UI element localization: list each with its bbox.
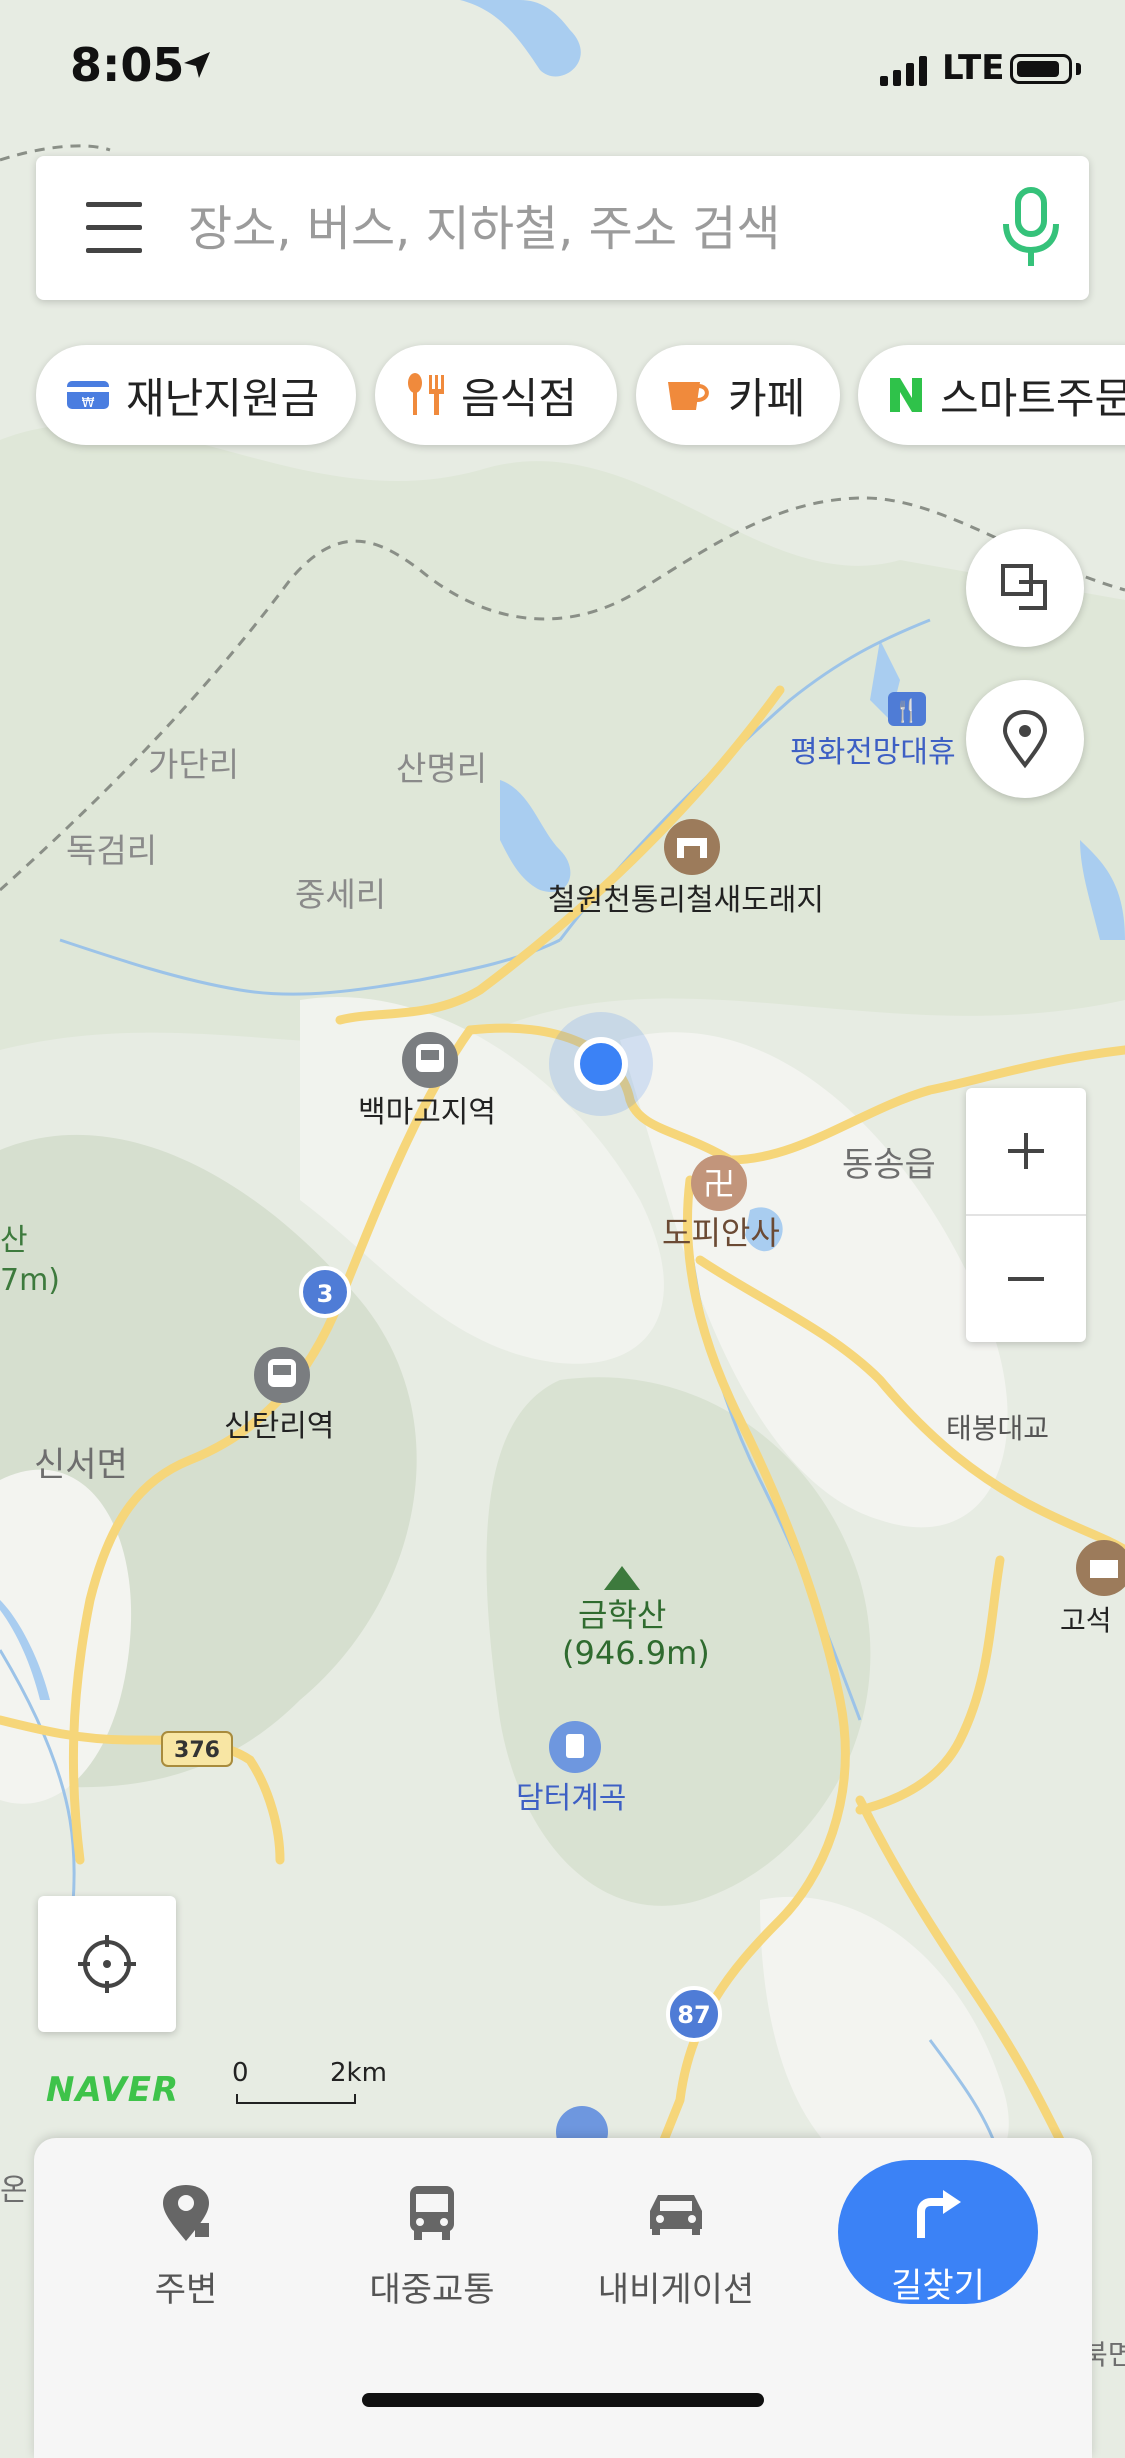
card-icon: ₩ [66,378,110,412]
current-location-marker [549,1012,653,1116]
my-location-button[interactable] [38,1896,176,2032]
svg-text:87: 87 [677,2001,710,2029]
place-label: 산 [0,1223,28,1258]
bus-icon [332,2178,532,2248]
nav-label: 주변 [154,2270,218,2310]
utensils-icon [405,373,445,417]
chip-label: 음식점 [461,373,577,423]
place-label: 신서면 [34,1445,128,1485]
landmark-gate-icon[interactable] [664,819,720,875]
crosshair-icon [78,1935,136,1993]
signal-bars-icon [880,56,927,86]
zoom-control [966,1088,1086,1342]
directions-button[interactable]: 길찾기 [838,2160,1038,2306]
search-input[interactable] [186,190,970,268]
svg-text:376: 376 [174,1738,220,1763]
nav-label: 내비게이션 [597,2270,755,2310]
battery-icon [1010,54,1072,84]
plus-icon [1008,1133,1044,1169]
hamburger-menu-icon[interactable] [86,202,142,253]
svg-text:卍: 卍 [703,1165,735,1203]
microphone-icon[interactable] [996,186,1066,270]
map-scale: 0 2km [232,2058,392,2108]
nav-navigation[interactable]: 내비게이션 [576,2178,776,2328]
nav-label: 길찾기 [891,2266,985,2306]
valley-icon[interactable] [549,1721,601,1773]
road-shield-87: 87 [666,1986,722,2042]
place-label[interactable]: 도피안사 [662,1214,780,1252]
car-icon [576,2178,776,2248]
network-type: LTE [942,48,1005,88]
nav-nearby[interactable]: 주변 [86,2178,286,2328]
map-layers-button[interactable] [966,529,1084,647]
battery-tip [1076,63,1081,75]
bottom-navigation: 주변 대중교통 내비게이션 길찾기 [34,2138,1092,2458]
place-label: 가단리 [148,745,239,784]
scale-bar [236,2094,356,2104]
chip-disaster-relief[interactable]: ₩ 재난지원금 [36,345,356,445]
svg-text:₩: ₩ [82,396,95,411]
mountain-label[interactable]: 금학산 [578,1596,666,1634]
place-label[interactable]: 평화전망대휴 [790,735,956,770]
train-station-icon[interactable] [254,1347,310,1403]
road-shield-376: 376 [161,1731,233,1767]
place-label: 독검리 [66,831,157,870]
home-indicator [362,2393,764,2407]
place-label[interactable]: 신탄리역 [224,1409,334,1444]
category-chips: ₩ 재난지원금 음식점 카페 스마트주문 [0,345,1125,445]
location-arrow-icon [184,52,210,78]
nav-transit[interactable]: 대중교통 [332,2178,532,2328]
svg-text:🍴: 🍴 [893,698,920,724]
place-label[interactable]: 철원천통리철새도래지 [548,883,824,918]
naver-logo: NAVER [46,2070,180,2110]
rest-area-icon[interactable]: 🍴 [888,692,926,726]
train-station-icon[interactable] [402,1032,458,1088]
chip-smart-order[interactable]: 스마트주문 [858,345,1125,445]
chip-restaurant[interactable]: 음식점 [375,345,617,445]
place-label: 동송읍 [842,1145,936,1185]
chip-label: 재난지원금 [126,373,320,423]
chip-cafe[interactable]: 카페 [636,345,840,445]
zoom-out-button[interactable] [966,1216,1086,1342]
turn-right-arrow-icon [838,2160,1038,2250]
search-bar[interactable] [36,156,1089,300]
clock: 8:05 [70,38,185,92]
saved-places-button[interactable] [966,680,1084,798]
place-label: 온 [0,2173,28,2208]
minus-icon [1008,1277,1044,1281]
scale-distance-label: 2km [330,2058,387,2088]
zoom-in-button[interactable] [966,1088,1086,1214]
scale-zero-label: 0 [232,2058,249,2088]
layers-icon [1001,564,1047,610]
naver-n-icon [888,376,924,414]
location-pin-outline-icon [1002,709,1048,769]
place-label: 중세리 [295,875,386,914]
place-label: 7m) [0,1263,60,1298]
temple-icon[interactable]: 卍 [691,1155,747,1211]
place-label[interactable]: 담터계곡 [516,1781,626,1816]
svg-text:3: 3 [317,1280,334,1308]
status-bar: 8:05 LTE [0,0,1125,140]
road-shield-3: 3 [299,1266,351,1318]
location-pin-icon [86,2178,286,2248]
place-label[interactable]: 백마고지역 [358,1095,496,1130]
nav-label: 대중교통 [369,2270,495,2310]
mountain-elevation: (946.9m) [562,1634,710,1672]
chip-label: 스마트주문 [940,373,1125,423]
place-label[interactable]: 고석 [1060,1604,1112,1637]
chip-label: 카페 [728,373,806,423]
coffee-cup-icon [666,376,712,414]
place-label: 산명리 [396,749,487,788]
place-label: 태봉대교 [946,1412,1049,1445]
